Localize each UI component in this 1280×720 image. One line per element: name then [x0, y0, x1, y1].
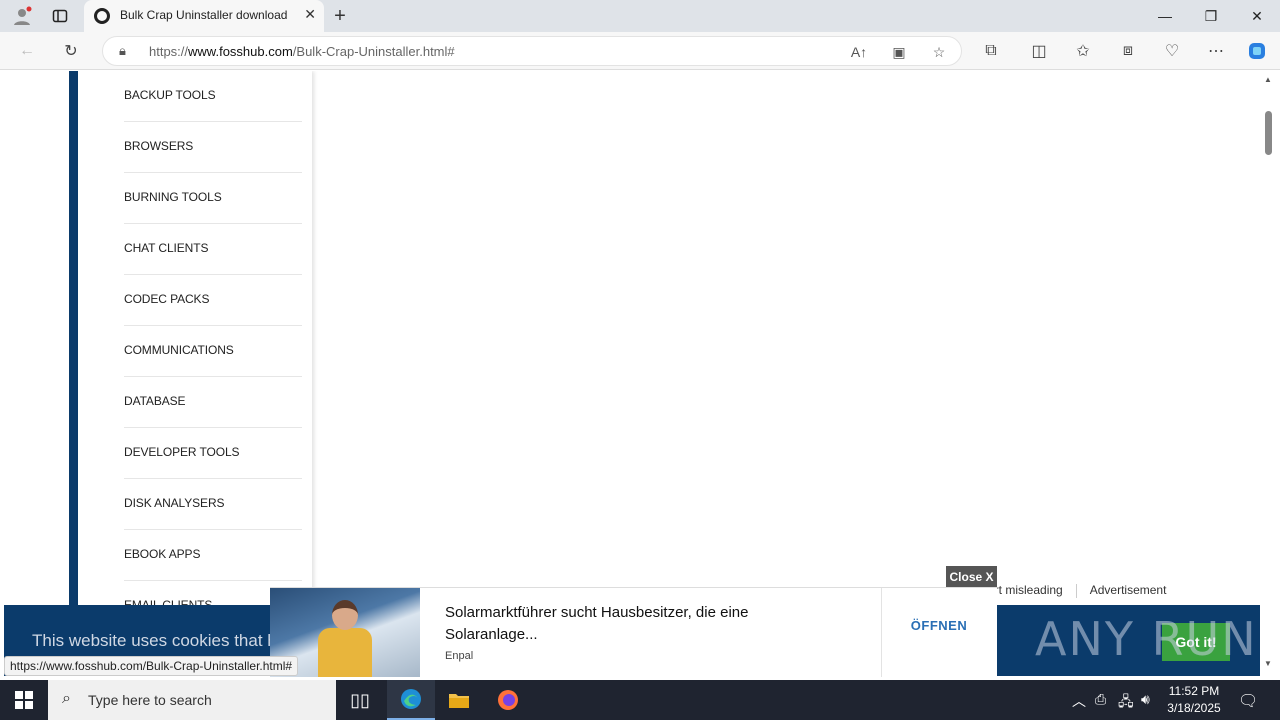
read-aloud-icon[interactable]: A↑	[849, 43, 869, 61]
ad-open-button[interactable]: ÖFFNEN	[881, 618, 997, 633]
file-explorer-icon[interactable]	[435, 680, 483, 720]
category-backup-tools[interactable]: BACKUP TOOLS	[124, 71, 302, 122]
presenter-image	[318, 600, 372, 677]
page-scrollbar[interactable]: ▲ ▼	[1262, 71, 1276, 676]
search-icon: ⌕	[62, 690, 71, 707]
extensions-icon[interactable]: ⧉	[978, 39, 1004, 63]
scroll-down-icon[interactable]: ▼	[1264, 659, 1272, 668]
profile-icon[interactable]	[10, 4, 34, 28]
favorite-star-icon[interactable]: ☆	[929, 43, 949, 61]
browser-tab-active[interactable]: Bulk Crap Uninstaller download ✕	[84, 0, 324, 32]
category-disk-analysers[interactable]: DISK ANALYSERS	[124, 479, 302, 530]
close-window-icon[interactable]: ✕	[1234, 0, 1280, 32]
category-database[interactable]: DATABASE	[124, 377, 302, 428]
ad-title[interactable]: Solarmarktführer sucht Hausbesitzer, die…	[445, 602, 825, 646]
anyrun-watermark: ANY RUN	[1035, 612, 1258, 666]
windows-taskbar: ⌕ Type here to search ▯▯ ︿ ⎙ 🖧︎ 🔊︎ 11:52…	[0, 680, 1280, 720]
search-placeholder: Type here to search	[88, 692, 212, 708]
category-browsers[interactable]: BROWSERS	[124, 122, 302, 173]
close-ad-button[interactable]: Close X	[946, 566, 997, 588]
browser-essentials-icon[interactable]: ♡	[1159, 39, 1185, 63]
network-icon[interactable]: 🖧︎	[1118, 691, 1134, 715]
cookie-message: This website uses cookies that hel	[32, 631, 290, 650]
refresh-icon[interactable]: ↻	[58, 39, 84, 63]
copilot-icon[interactable]	[1244, 39, 1270, 63]
address-bar[interactable]: 🔒︎ https://www.fosshub.com/Bulk-Crap-Uni…	[102, 36, 962, 66]
task-view-icon[interactable]: ▯▯	[336, 680, 384, 720]
browser-title-bar: Bulk Crap Uninstaller download ✕ + — ❐ ✕	[0, 0, 1280, 32]
collections-icon[interactable]: ⧈	[1115, 39, 1141, 63]
category-ebook-apps[interactable]: EBOOK APPS	[124, 530, 302, 581]
category-chat-clients[interactable]: CHAT CLIENTS	[124, 224, 302, 275]
advertisement-label: Advertisement	[1089, 583, 1167, 597]
tray-app-icon[interactable]: ⎙	[1095, 691, 1106, 708]
tab-close-icon[interactable]: ✕	[304, 6, 316, 23]
edge-taskbar-icon[interactable]	[387, 680, 435, 720]
category-developer-tools[interactable]: DEVELOPER TOOLS	[124, 428, 302, 479]
category-burning-tools[interactable]: BURNING TOOLS	[124, 173, 302, 224]
split-screen-icon[interactable]: ◫	[1026, 39, 1052, 63]
restore-icon[interactable]: ❐	[1188, 0, 1234, 32]
windows-start-icon[interactable]	[0, 680, 48, 720]
scroll-thumb[interactable]	[1265, 111, 1272, 155]
status-url-tooltip: https://www.fosshub.com/Bulk-Crap-Uninst…	[4, 656, 299, 676]
category-codec-packs[interactable]: CODEC PACKS	[124, 275, 302, 326]
fosshub-favicon-icon	[94, 8, 110, 24]
category-communications[interactable]: COMMUNICATIONS	[124, 326, 302, 377]
system-clock[interactable]: 11:52 PM 3/18/2025	[1156, 683, 1232, 717]
minimize-icon[interactable]: —	[1142, 0, 1188, 32]
volume-icon[interactable]: 🔊︎	[1141, 691, 1150, 708]
url-text[interactable]: https://www.fosshub.com/Bulk-Crap-Uninst…	[149, 44, 455, 59]
clock-date: 3/18/2025	[1167, 701, 1221, 715]
lock-icon[interactable]: 🔒︎	[119, 43, 126, 59]
taskbar-search[interactable]: ⌕ Type here to search	[48, 680, 336, 720]
back-arrow-icon[interactable]: ←	[14, 39, 40, 63]
favorites-icon[interactable]: ✩	[1070, 39, 1096, 63]
tab-title: Bulk Crap Uninstaller download	[120, 8, 288, 22]
clock-time: 11:52 PM	[1168, 684, 1220, 698]
ad-banner[interactable]: Solarmarktführer sucht Hausbesitzer, die…	[270, 587, 997, 677]
immersive-reader-icon[interactable]: ▣	[889, 43, 909, 61]
tray-chevron-icon[interactable]: ︿	[1072, 691, 1086, 711]
notifications-icon[interactable]: 🗨︎	[1238, 691, 1258, 711]
address-toolbar: ← ↻ 🔒︎ https://www.fosshub.com/Bulk-Crap…	[0, 32, 1280, 70]
scroll-up-icon[interactable]: ▲	[1264, 75, 1272, 84]
firefox-icon[interactable]	[484, 680, 532, 720]
report-misleading-link[interactable]: ort misleading	[988, 583, 1063, 597]
category-sidebar: BACKUP TOOLS BROWSERS BURNING TOOLS CHAT…	[78, 71, 312, 632]
sidebar-accent-bar	[69, 71, 78, 605]
more-menu-icon[interactable]: ⋯	[1203, 39, 1229, 63]
ad-source: Enpal	[445, 650, 474, 662]
new-tab-icon[interactable]: +	[328, 4, 352, 28]
ad-meta: ort misleading Advertisement	[988, 583, 1166, 601]
tab-actions-icon[interactable]	[48, 4, 72, 28]
